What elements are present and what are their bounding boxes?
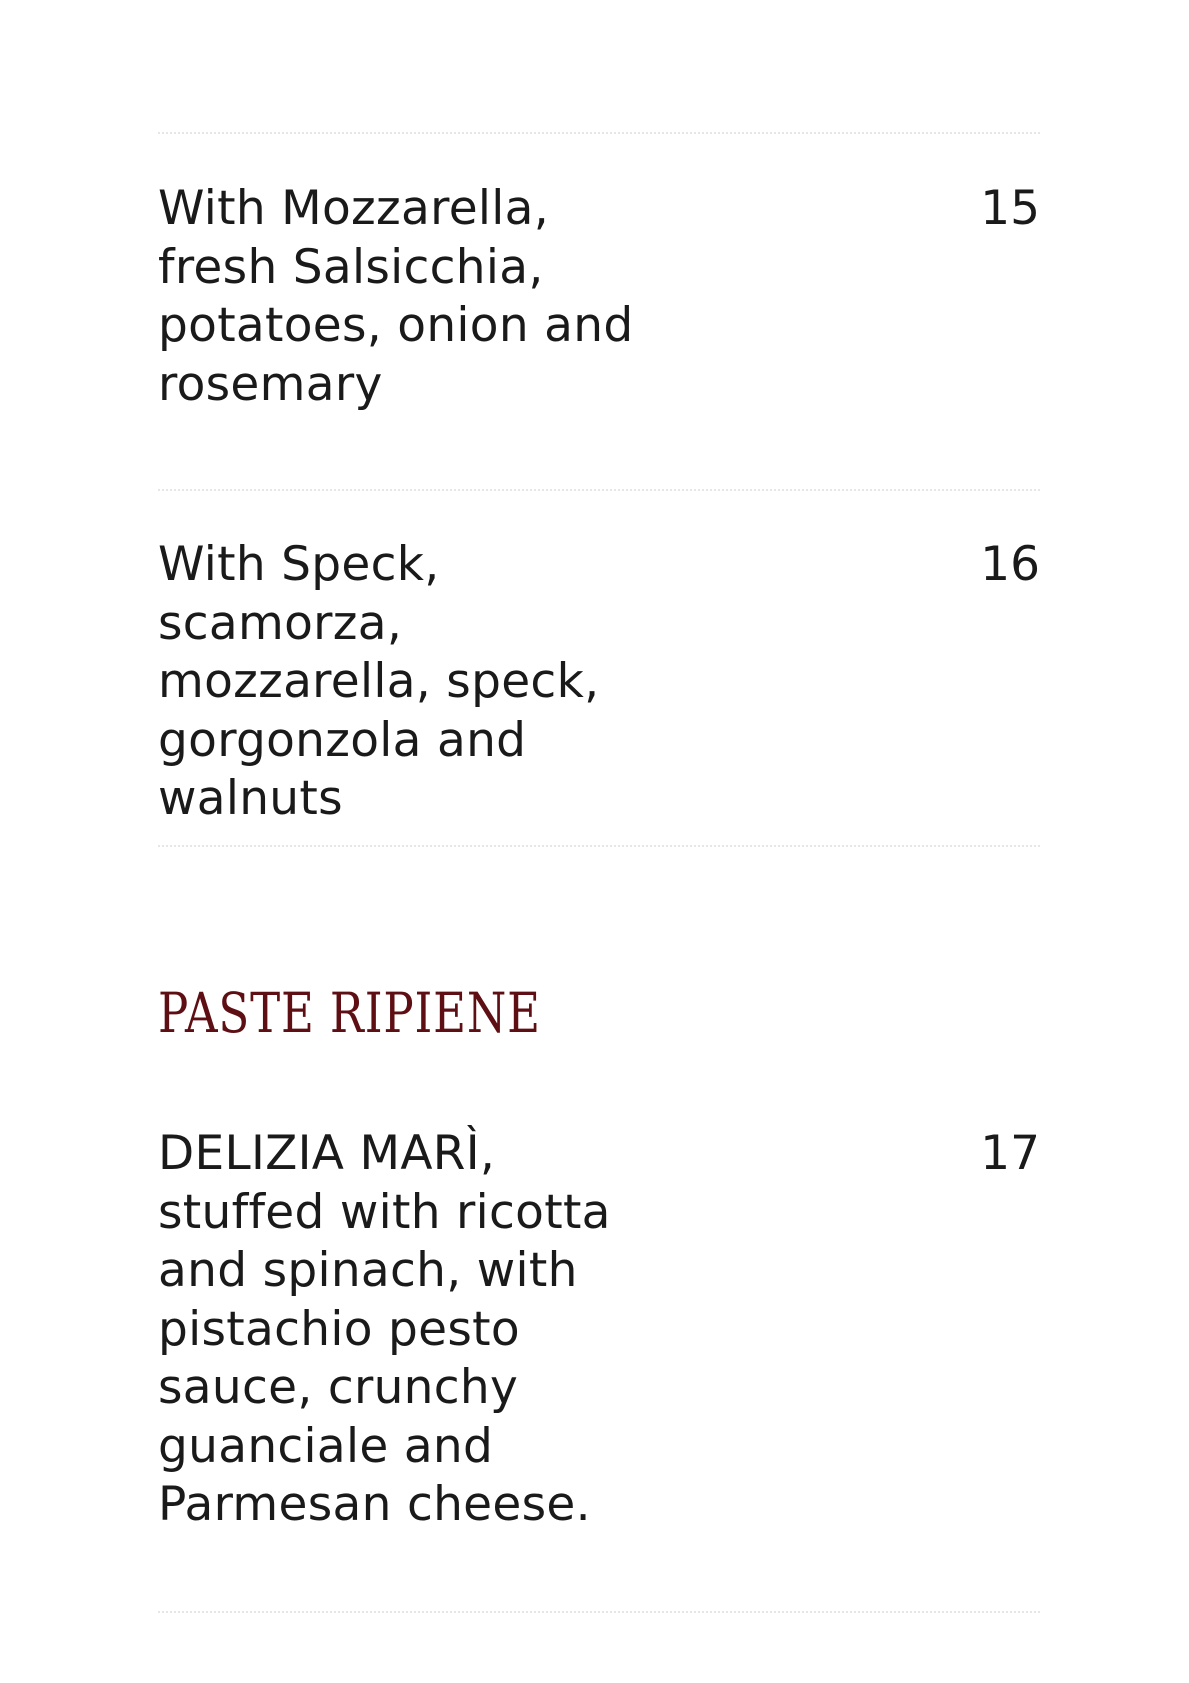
menu-item: DELIZIA MARÌ, stuffed with ricotta and s… [158, 1125, 1040, 1535]
divider [158, 132, 1040, 134]
menu-item-price: 16 [980, 537, 1040, 592]
divider [158, 489, 1040, 491]
menu-item-description: DELIZIA MARÌ, stuffed with ricotta and s… [158, 1126, 611, 1532]
section-title: PASTE RIPIENE [158, 981, 541, 1045]
divider [158, 845, 1040, 847]
menu-item-price: 15 [980, 181, 1040, 236]
menu-item: With Mozzarella, fresh Salsicchia, potat… [158, 180, 1040, 414]
menu-item-description: With Mozzarella, fresh Salsicchia, potat… [158, 181, 634, 412]
menu-item: With Speck, scamorza, mozzarella, speck,… [158, 536, 1040, 829]
divider [158, 1611, 1040, 1613]
menu-item-price: 17 [980, 1126, 1040, 1181]
menu-item-description: With Speck, scamorza, mozzarella, speck,… [158, 537, 600, 826]
